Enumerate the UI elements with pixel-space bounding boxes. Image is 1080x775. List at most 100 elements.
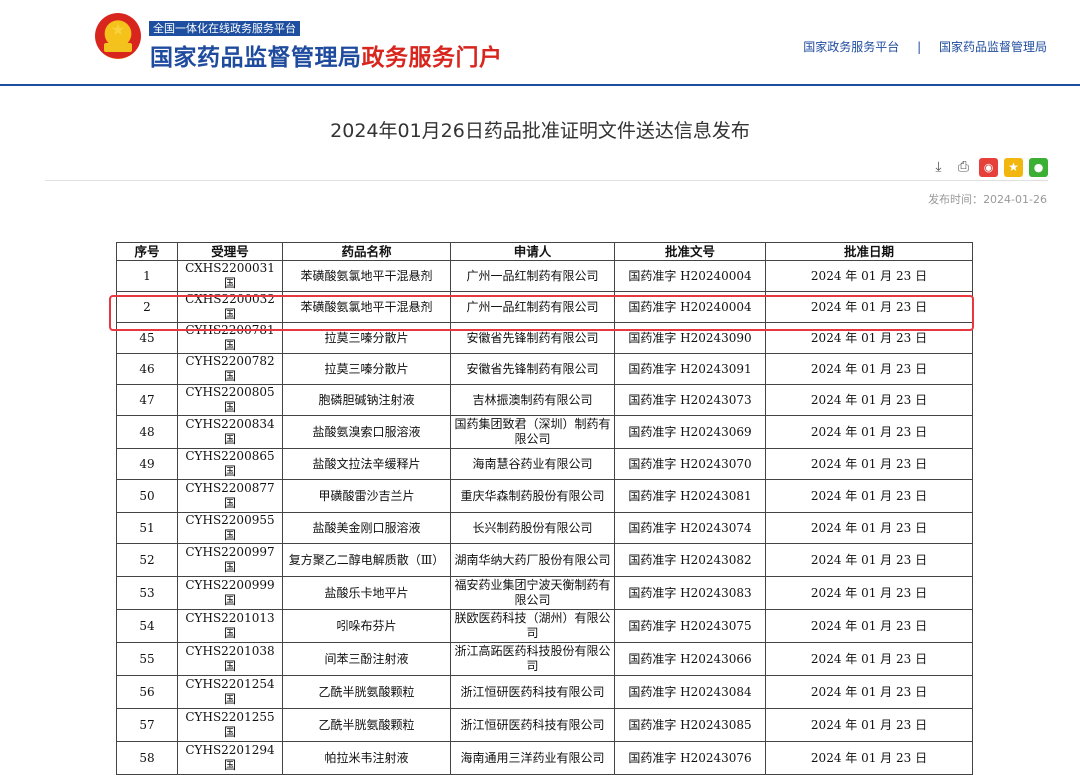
cell-seq: 53 [116, 576, 178, 610]
cell-applicant: 国药集团致君（深圳）制药有限公司 [450, 415, 615, 449]
cell-approval-date: 2024 年 01 月 23 日 [765, 708, 973, 742]
portal-title-accent: 政务服务门户 [361, 45, 503, 71]
table-row: 56 CYHS2201254 国乙酰半胱氨酸颗粒 浙江恒研医药科技有限公司 国药准字 … [116, 675, 973, 709]
cell-drug-name: 盐酸文拉法辛缓释片 [282, 448, 451, 480]
cell-drug-name: 间苯三酚注射液 [282, 642, 451, 676]
cell-approval-no: 国药准字 H20243091 [614, 353, 766, 385]
table-row: 51 CYHS2200955 国盐酸美金刚口服溶液 长兴制药股份有限公司 国药准字 H… [116, 512, 973, 544]
cell-seq: 46 [116, 353, 178, 385]
header-divider [0, 84, 1080, 86]
cell-drug-name: 帕拉米韦注射液 [282, 741, 451, 775]
table-header-row: 序号 受理号 药品名称 申请人 批准文号 批准日期 [116, 242, 973, 261]
cell-accept-no: CYHS2201038 国 [177, 642, 283, 676]
table-row: 55 CYHS2201038 国间苯三酚注射液 浙江高跖医药科技股份有限公司 国药准字… [116, 642, 973, 676]
portal-title-main: 国家药品监督管理局 [150, 45, 362, 71]
cell-approval-date: 2024 年 01 月 23 日 [765, 642, 973, 676]
cell-accept-no: CYHS2201254 国 [177, 675, 283, 709]
cell-applicant: 朕欧医药科技（湖州）有限公司 [450, 609, 615, 643]
cell-drug-name: 苯磺酸氨氯地平干混悬剂 [282, 291, 451, 323]
cell-accept-no: CYHS2200999 国 [177, 576, 283, 610]
cell-applicant: 福安药业集团宁波天衡制药有限公司 [450, 576, 615, 610]
download-icon[interactable]: ⤓ [929, 158, 948, 177]
cell-seq: 55 [116, 642, 178, 676]
cell-seq: 56 [116, 675, 178, 709]
cell-approval-no: 国药准字 H20243083 [614, 576, 766, 610]
site-header: ★ 全国一体化在线政务服务平台 国家药品监督管理局政务服务门户 国家政务服务平台… [0, 0, 1080, 85]
table-row: 2 CXHS2200032 国苯磺酸氨氯地平干混悬剂 广州一品红制药有限公司 国药准字… [116, 291, 973, 323]
cell-drug-name: 乙酰半胱氨酸颗粒 [282, 675, 451, 709]
cell-accept-no: CYHS2200877 国 [177, 479, 283, 513]
table-row: 50 CYHS2200877 国甲磺酸雷沙吉兰片 重庆华森制药股份有限公司 国药准字 … [116, 479, 973, 513]
top-links: 国家政务服务平台 | 国家药品监督管理局 [803, 38, 1047, 55]
national-emblem-icon: ★ [95, 13, 141, 59]
cell-approval-no: 国药准字 H20243081 [614, 479, 766, 513]
qzone-icon[interactable]: ★ [1004, 157, 1023, 177]
print-icon[interactable]: ⎙ [954, 158, 973, 177]
cell-approval-no: 国药准字 H20243073 [614, 384, 766, 416]
link-nmpa[interactable]: 国家药品监督管理局 [939, 40, 1047, 54]
table-row: 53 CYHS2200999 国盐酸乐卡地平片 福安药业集团宁波天衡制药有限公司 国药… [116, 576, 973, 610]
portal-title[interactable]: 国家药品监督管理局政务服务门户 [150, 38, 503, 72]
cell-applicant: 安徽省先锋制药有限公司 [450, 322, 615, 354]
cell-accept-no: CXHS2200032 国 [177, 291, 283, 323]
table-row: 49 CYHS2200865 国盐酸文拉法辛缓释片 海南慧谷药业有限公司 国药准字 H… [116, 448, 973, 480]
cell-approval-no: 国药准字 H20243076 [614, 741, 766, 775]
cell-seq: 48 [116, 415, 178, 449]
platform-tag[interactable]: 全国一体化在线政务服务平台 [149, 21, 300, 36]
table-row: 54 CYHS2201013 国吲哚布芬片 朕欧医药科技（湖州）有限公司 国药准字 H… [116, 609, 973, 643]
cell-seq: 51 [116, 512, 178, 544]
cell-drug-name: 胞磷胆碱钠注射液 [282, 384, 451, 416]
article-tools: ⤓ ⎙ ◉ ★ ● [929, 157, 1048, 177]
cell-seq: 54 [116, 609, 178, 643]
cell-drug-name: 吲哚布芬片 [282, 609, 451, 643]
cell-accept-no: CYHS2200865 国 [177, 448, 283, 480]
table-row: 52 CYHS2200997 国复方聚乙二醇电解质散（Ⅲ） 湖南华纳大药厂股份有限公… [116, 543, 973, 577]
table-row: 45 CYHS2200781 国拉莫三嗪分散片 安徽省先锋制药有限公司 国药准字 H2… [116, 322, 973, 354]
cell-approval-date: 2024 年 01 月 23 日 [765, 741, 973, 775]
cell-approval-no: 国药准字 H20240004 [614, 260, 766, 292]
cell-applicant: 广州一品红制药有限公司 [450, 291, 615, 323]
title-divider [45, 180, 1048, 181]
cell-accept-no: CYHS2200805 国 [177, 384, 283, 416]
cell-applicant: 湖南华纳大药厂股份有限公司 [450, 543, 615, 577]
publish-date: 2024-01-26 [983, 193, 1047, 206]
cell-approval-date: 2024 年 01 月 23 日 [765, 353, 973, 385]
cell-applicant: 浙江恒研医药科技有限公司 [450, 708, 615, 742]
cell-approval-date: 2024 年 01 月 23 日 [765, 322, 973, 354]
cell-applicant: 长兴制药股份有限公司 [450, 512, 615, 544]
cell-accept-no: CXHS2200031 国 [177, 260, 283, 292]
cell-accept-no: CYHS2200955 国 [177, 512, 283, 544]
cell-accept-no: CYHS2201294 国 [177, 741, 283, 775]
link-national-gov-service[interactable]: 国家政务服务平台 [803, 40, 899, 54]
wechat-icon[interactable]: ● [1029, 157, 1048, 177]
column-header: 受理号 [177, 242, 283, 261]
column-header: 申请人 [450, 242, 615, 261]
cell-approval-date: 2024 年 01 月 23 日 [765, 479, 973, 513]
cell-approval-date: 2024 年 01 月 23 日 [765, 415, 973, 449]
cell-accept-no: CYHS2200782 国 [177, 353, 283, 385]
cell-approval-date: 2024 年 01 月 23 日 [765, 576, 973, 610]
cell-drug-name: 乙酰半胱氨酸颗粒 [282, 708, 451, 742]
publish-time: 发布时间：2024-01-26 [928, 191, 1047, 207]
cell-drug-name: 盐酸氨溴索口服溶液 [282, 415, 451, 449]
publish-label: 发布时间： [928, 193, 984, 206]
column-header: 批准日期 [765, 242, 973, 261]
weibo-icon[interactable]: ◉ [979, 157, 998, 177]
cell-approval-no: 国药准字 H20243075 [614, 609, 766, 643]
cell-approval-no: 国药准字 H20243090 [614, 322, 766, 354]
cell-applicant: 重庆华森制药股份有限公司 [450, 479, 615, 513]
cell-accept-no: CYHS2200997 国 [177, 543, 283, 577]
cell-applicant: 广州一品红制药有限公司 [450, 260, 615, 292]
cell-approval-no: 国药准字 H20243082 [614, 543, 766, 577]
table-row: 48 CYHS2200834 国盐酸氨溴索口服溶液 国药集团致君（深圳）制药有限公司… [116, 415, 973, 449]
link-separator: | [917, 40, 922, 54]
cell-seq: 50 [116, 479, 178, 513]
table-row: 46 CYHS2200782 国拉莫三嗪分散片 安徽省先锋制药有限公司 国药准字 H2… [116, 353, 973, 385]
table-row: 47 CYHS2200805 国胞磷胆碱钠注射液 吉林振澳制药有限公司 国药准字 H2… [116, 384, 973, 416]
cell-drug-name: 甲磺酸雷沙吉兰片 [282, 479, 451, 513]
cell-applicant: 浙江高跖医药科技股份有限公司 [450, 642, 615, 676]
cell-seq: 47 [116, 384, 178, 416]
cell-approval-date: 2024 年 01 月 23 日 [765, 543, 973, 577]
cell-accept-no: CYHS2201013 国 [177, 609, 283, 643]
cell-seq: 1 [116, 260, 178, 292]
